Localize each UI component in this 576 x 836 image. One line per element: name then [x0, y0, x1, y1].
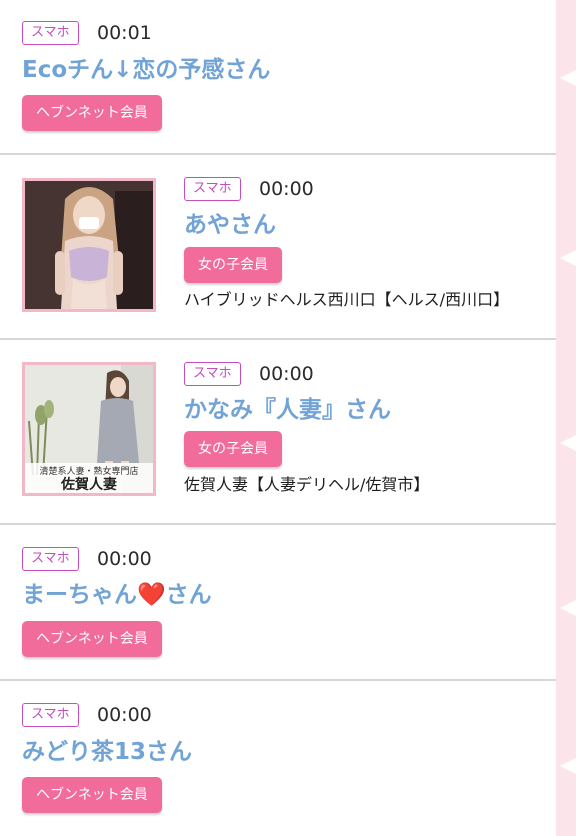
post-time: 00:00 [97, 704, 152, 726]
rail-notch-marker [560, 435, 576, 451]
profile-photo[interactable]: 清楚系人妻・熟女専門店 佐賀人妻 [22, 362, 156, 496]
list-item[interactable]: スマホ 00:00 みどり茶13さん ヘブンネット会員 [0, 681, 556, 836]
user-name-link[interactable]: あやさん [184, 210, 276, 240]
user-name-link[interactable]: みどり茶13さん [22, 737, 192, 767]
device-badge: スマホ [184, 362, 241, 386]
shop-link[interactable]: ハイブリッドヘルス西川口【ヘルス/西川口】 [184, 289, 509, 311]
shop-link[interactable]: 佐賀人妻【人妻デリヘル/佐賀市】 [184, 474, 429, 496]
user-name-suffix: さん [165, 582, 212, 608]
heart-icon: ❤️ [137, 582, 166, 608]
post-time: 00:00 [259, 363, 314, 385]
device-badge: スマホ [22, 703, 79, 727]
list-item[interactable]: スマホ 00:01 Ecoチん↓恋の予感さん ヘブンネット会員 [0, 0, 556, 155]
photo-logo: 佐賀人妻 [60, 476, 117, 493]
member-type-button[interactable]: 女の子会員 [184, 247, 282, 283]
post-time: 00:01 [97, 22, 152, 44]
user-name-text: まーちゃん [22, 582, 137, 608]
right-scroll-rail [556, 0, 576, 836]
photo-caption: 清楚系人妻・熟女専門店 [39, 465, 138, 477]
member-type-button[interactable]: 女の子会員 [184, 431, 282, 467]
list-item[interactable]: スマホ 00:00 あやさん 女の子会員 ハイブリッドヘルス西川口【ヘルス/西川… [0, 155, 556, 340]
device-badge: スマホ [22, 547, 79, 571]
user-name-link[interactable]: まーちゃん❤️さん [22, 580, 212, 610]
list-item[interactable]: スマホ 00:00 まーちゃん❤️さん ヘブンネット会員 [0, 525, 556, 681]
profile-photo[interactable] [22, 178, 156, 312]
rail-notch-marker [560, 600, 576, 616]
rail-notch-marker [560, 70, 576, 86]
user-name-link[interactable]: かなみ『人妻』さん [184, 395, 391, 425]
list-item[interactable]: 清楚系人妻・熟女専門店 佐賀人妻 スマホ 00:00 かなみ『人妻』さん 女の子… [0, 340, 556, 525]
member-type-button[interactable]: ヘブンネット会員 [22, 621, 162, 657]
device-badge: スマホ [184, 177, 241, 201]
post-time: 00:00 [259, 178, 314, 200]
member-type-button[interactable]: ヘブンネット会員 [22, 777, 162, 813]
member-type-button[interactable]: ヘブンネット会員 [22, 95, 162, 131]
user-name-link[interactable]: Ecoチん↓恋の予感さん [22, 55, 270, 85]
post-time: 00:00 [97, 548, 152, 570]
device-badge: スマホ [22, 21, 79, 45]
rail-notch-marker [560, 758, 576, 774]
rail-notch-marker [560, 250, 576, 266]
